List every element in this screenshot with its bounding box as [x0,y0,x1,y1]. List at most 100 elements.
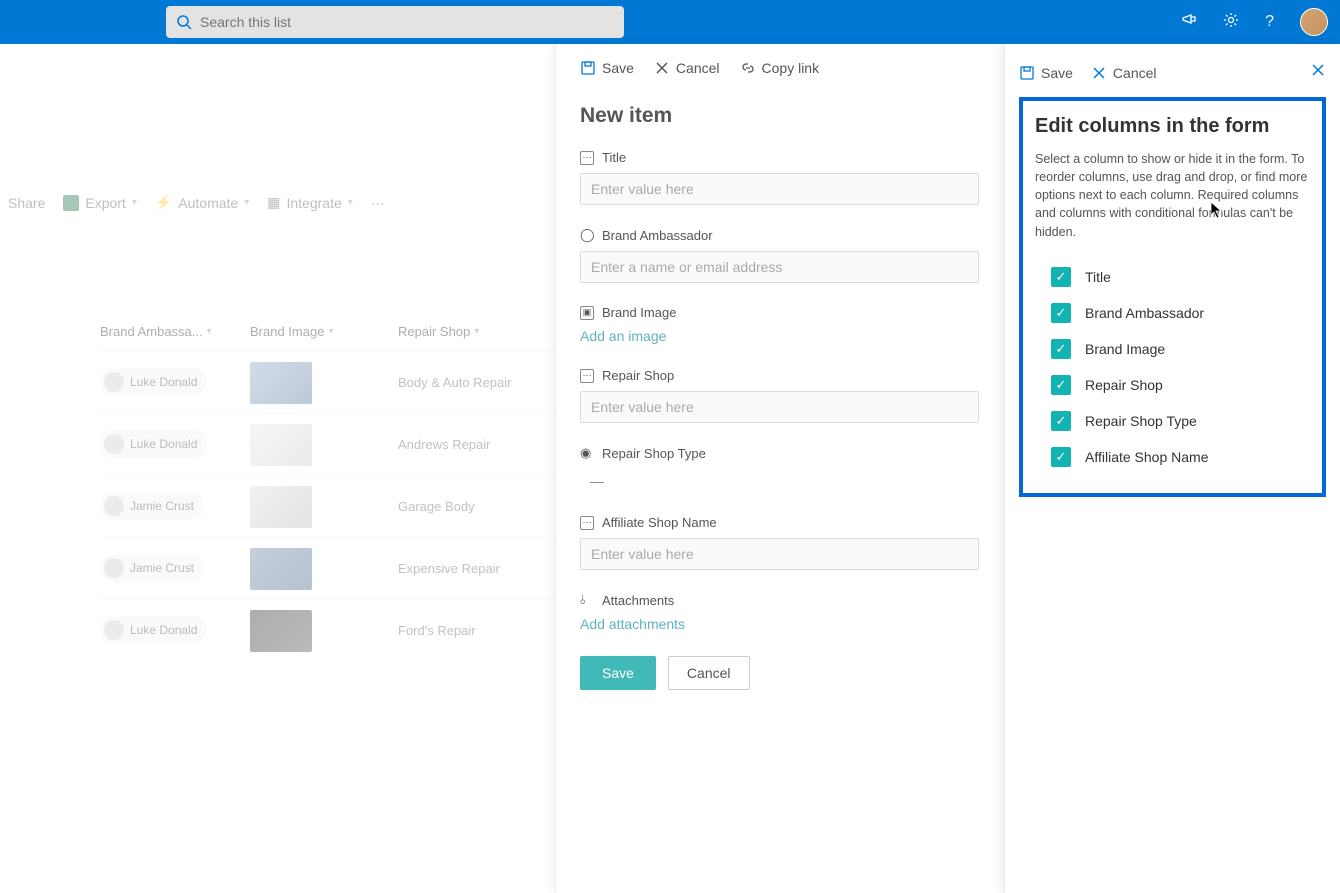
person-avatar-icon [104,558,124,578]
table-row[interactable]: Luke Donald Body & Auto Repair [100,351,560,413]
column-item-repair-shop[interactable]: ✓ Repair Shop [1035,367,1310,403]
search-box[interactable] [166,6,624,38]
repair-shop-text: Body & Auto Repair [398,375,558,390]
close-icon [654,60,670,76]
list-header: Brand Ambassa...▾ Brand Image▾ Repair Sh… [100,324,560,351]
checkbox-checked-icon[interactable]: ✓ [1051,411,1071,431]
help-icon[interactable]: ? [1265,13,1274,31]
automate-button[interactable]: ⚡Automate▾ [155,194,249,211]
person-pill: Luke Donald [100,430,207,458]
table-row[interactable]: Luke Donald Ford's Repair [100,599,560,661]
field-title: ⋯Title [580,150,979,205]
share-button[interactable]: Share [8,195,45,211]
table-row[interactable]: Jamie Crust Expensive Repair [100,537,560,599]
title-input[interactable] [580,173,979,205]
edit-columns-panel: Save Cancel Edit columns in the form Sel… [1004,44,1340,893]
repair-shop-text: Expensive Repair [398,561,558,576]
text-field-icon: ⋯ [580,516,594,530]
col-shop[interactable]: Repair Shop▾ [398,324,558,339]
search-input[interactable] [200,14,614,30]
link-icon [740,60,756,76]
chevron-down-icon: ▾ [132,197,137,208]
chevron-down-icon: ▾ [207,326,212,337]
checkbox-checked-icon[interactable]: ✓ [1051,267,1071,287]
automate-icon: ⚡ [155,194,172,211]
topbar-actions: ? [1181,8,1328,36]
brand-image-thumb [250,424,312,466]
table-row[interactable]: Luke Donald Andrews Repair [100,413,560,475]
field-brand-image: ▣Brand Image Add an image [580,305,979,346]
chevron-down-icon: ▾ [328,326,333,337]
column-item-brand-ambassador[interactable]: ✓ Brand Ambassador [1035,295,1310,331]
edit-save-button[interactable]: Save [1019,65,1073,81]
repair-type-value[interactable]: — [580,469,979,493]
megaphone-icon[interactable] [1181,12,1197,33]
panel-cancel-button[interactable]: Cancel [654,60,720,76]
brand-image-thumb [250,610,312,652]
person-pill: Jamie Crust [100,492,204,520]
form-buttons: Save Cancel [580,656,979,690]
edit-panel-commands: Save Cancel [1019,62,1326,83]
panel-command-bar: Save Cancel Copy link [580,60,979,76]
export-button[interactable]: Export▾ [63,195,137,211]
field-repair-shop: ⋯Repair Shop [580,368,979,423]
table-row[interactable]: Jamie Crust Garage Body [100,475,560,537]
checkbox-checked-icon[interactable]: ✓ [1051,447,1071,467]
edit-columns-description: Select a column to show or hide it in th… [1035,150,1310,241]
gear-icon[interactable] [1223,12,1239,33]
add-attachments-link[interactable]: Add attachments [580,616,685,632]
edit-cancel-button[interactable]: Cancel [1091,65,1157,81]
checkbox-checked-icon[interactable]: ✓ [1051,339,1071,359]
search-icon [176,14,192,30]
person-icon: ◯ [580,227,594,243]
column-item-brand-image[interactable]: ✓ Brand Image [1035,331,1310,367]
panel-save-button[interactable]: Save [580,60,634,76]
person-avatar-icon [104,620,124,640]
choice-icon: ◉ [580,445,594,461]
excel-icon [63,195,79,211]
person-pill: Luke Donald [100,368,207,396]
brand-image-thumb [250,548,312,590]
ambassador-input[interactable] [580,251,979,283]
more-button[interactable]: ··· [371,195,385,211]
save-button[interactable]: Save [580,656,656,690]
person-pill: Jamie Crust [100,554,204,582]
chevron-down-icon: ▾ [474,326,479,337]
integrate-icon: ▦ [267,194,280,211]
close-panel-button[interactable] [1310,62,1326,83]
col-image[interactable]: Brand Image▾ [250,324,398,339]
column-item-title[interactable]: ✓ Title [1035,259,1310,295]
person-avatar-icon [104,434,124,454]
new-item-panel: Save Cancel Copy link New item ⋯Title ◯B… [555,44,1003,893]
attachment-icon: ⫰ [580,592,594,608]
checkbox-checked-icon[interactable]: ✓ [1051,303,1071,323]
col-ambassador[interactable]: Brand Ambassa...▾ [100,324,250,339]
field-attachments: ⫰Attachments Add attachments [580,592,979,634]
field-affiliate-shop: ⋯Affiliate Shop Name [580,515,979,570]
person-avatar-icon [104,372,124,392]
chevron-down-icon: ▾ [244,197,249,208]
affiliate-shop-input[interactable] [580,538,979,570]
close-icon [1310,62,1326,78]
field-repair-shop-type: ◉Repair Shop Type — [580,445,979,493]
repair-shop-text: Andrews Repair [398,437,558,452]
repair-shop-text: Ford's Repair [398,623,558,638]
column-item-affiliate-shop-name[interactable]: ✓ Affiliate Shop Name [1035,439,1310,475]
checkbox-checked-icon[interactable]: ✓ [1051,375,1071,395]
save-icon [580,60,596,76]
repair-shop-text: Garage Body [398,499,558,514]
column-item-repair-shop-type[interactable]: ✓ Repair Shop Type [1035,403,1310,439]
command-bar: Share Export▾ ⚡Automate▾ ▦Integrate▾ ··· [8,194,385,211]
person-pill: Luke Donald [100,616,207,644]
panel-copy-link-button[interactable]: Copy link [740,60,820,76]
brand-image-thumb [250,486,312,528]
text-field-icon: ⋯ [580,369,594,383]
repair-shop-input[interactable] [580,391,979,423]
add-image-link[interactable]: Add an image [580,328,666,344]
cancel-button[interactable]: Cancel [668,656,750,690]
avatar[interactable] [1300,8,1328,36]
image-icon: ▣ [580,306,594,320]
integrate-button[interactable]: ▦Integrate▾ [267,194,353,211]
highlight-box: Edit columns in the form Select a column… [1019,97,1326,497]
list-table: Brand Ambassa...▾ Brand Image▾ Repair Sh… [100,324,560,661]
